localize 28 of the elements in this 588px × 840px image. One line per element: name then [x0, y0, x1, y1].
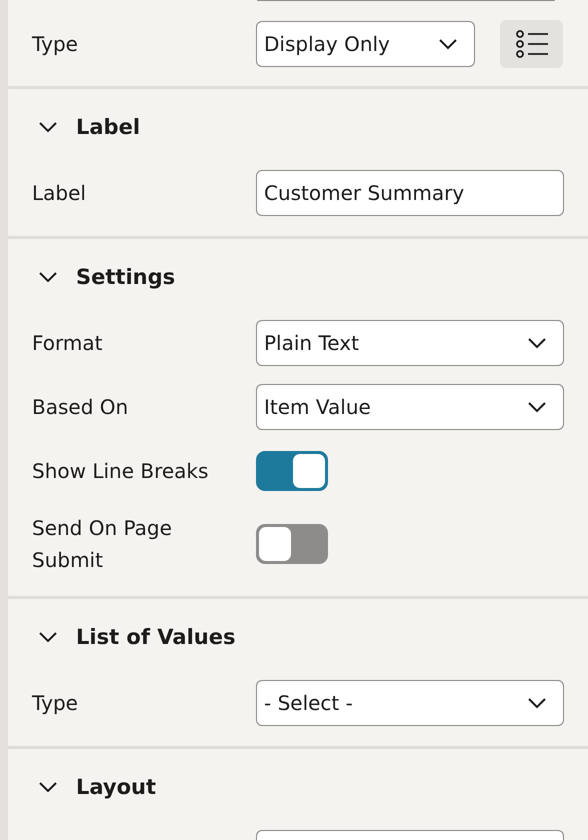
chevron-down-icon	[527, 401, 547, 413]
select-field[interactable]: Item Value	[256, 384, 564, 430]
toggle-switch[interactable]	[256, 524, 328, 564]
section-header[interactable]: Layout	[32, 749, 156, 830]
chevron-down-icon	[527, 697, 547, 709]
field-label: Format	[32, 330, 104, 357]
section-header[interactable]: Settings	[32, 239, 176, 320]
select-field[interactable]: Display Only	[256, 21, 475, 67]
select-field[interactable]: - Select -	[256, 680, 564, 726]
section-header[interactable]: List of Values	[32, 599, 236, 680]
list-icon-button[interactable]	[500, 20, 563, 68]
field-label: Based On	[32, 394, 130, 421]
toggle-switch[interactable]	[256, 451, 328, 491]
field-label: Type	[32, 31, 79, 58]
field-label: Label	[32, 180, 87, 207]
chevron-icon	[38, 121, 58, 133]
list-icon	[514, 30, 548, 58]
chevron-down-icon	[527, 337, 547, 349]
chevron-icon	[38, 781, 58, 793]
field-label: Show Line Breaks	[32, 458, 210, 485]
text-field[interactable]: Customer Summary	[256, 170, 564, 216]
chevron-icon	[38, 271, 58, 283]
select-field[interactable]: Plain Text	[256, 320, 564, 366]
field-label: Send On Page Submit	[32, 515, 173, 574]
chevron-down-icon	[438, 38, 458, 50]
field-label: Type	[32, 690, 79, 717]
section-header[interactable]: Label	[32, 89, 140, 170]
chevron-icon	[38, 631, 58, 643]
